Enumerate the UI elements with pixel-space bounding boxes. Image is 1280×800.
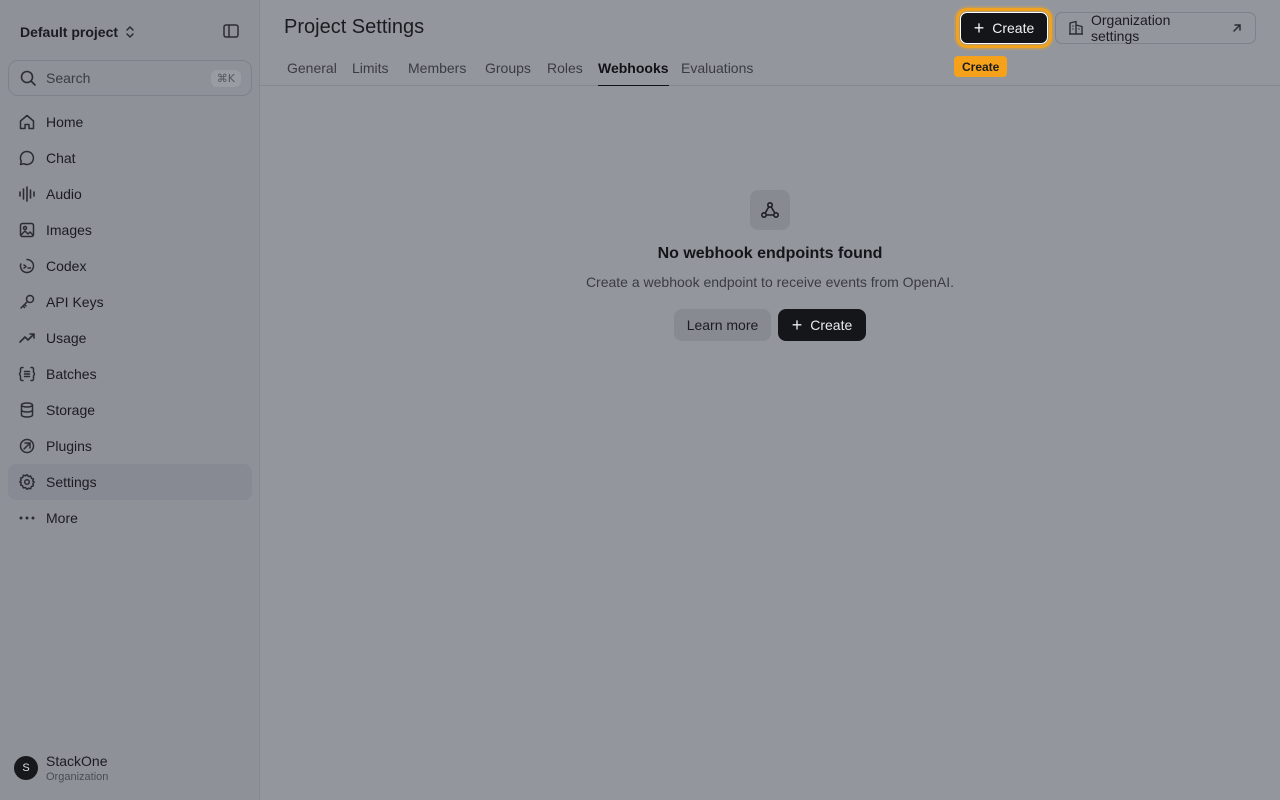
organization-settings-label: Organization settings (1091, 12, 1171, 44)
sidebar-item-api-keys[interactable]: API Keys (8, 284, 252, 320)
sidebar-item-chat[interactable]: Chat (8, 140, 252, 176)
codex-icon (18, 257, 36, 275)
empty-state-title: No webhook endpoints found (657, 245, 883, 262)
org-name: StackOne (46, 753, 108, 769)
sidebar-item-label: Batches (46, 366, 97, 382)
plus-icon: + (973, 18, 985, 38)
create-webhook-button[interactable]: + Create (778, 309, 866, 341)
tab-evaluations[interactable]: Evaluations (681, 60, 753, 86)
sidebar-item-label: Audio (46, 186, 82, 202)
settings-tabs: General Limits Members Groups Roles Webh… (260, 52, 1280, 86)
avatar: S (14, 756, 38, 780)
sidebar-nav: Home Chat Audio Images Codex API Keys Us… (8, 104, 252, 536)
image-icon (18, 221, 36, 239)
chevron-up-down-icon (124, 25, 136, 39)
more-icon (18, 509, 36, 527)
project-name: Default project (20, 24, 119, 40)
tab-roles[interactable]: Roles (547, 60, 583, 86)
sidebar-item-more[interactable]: More (8, 500, 252, 536)
sidebar-item-images[interactable]: Images (8, 212, 252, 248)
tab-limits[interactable]: Limits (352, 60, 389, 86)
home-icon (18, 113, 36, 131)
empty-state-icon-box (750, 190, 790, 230)
search-placeholder: Search (46, 70, 91, 86)
empty-state-description: Create a webhook endpoint to receive eve… (585, 274, 955, 290)
create-button-header[interactable]: + Create (956, 8, 1052, 48)
org-subtitle: Organization (46, 771, 109, 783)
webhook-icon (759, 199, 781, 221)
main-content: Project Settings + Create Create Organiz… (260, 0, 1280, 800)
create-button-label: Create (992, 20, 1035, 36)
building-icon (1068, 20, 1084, 36)
sidebar-item-label: Codex (46, 258, 87, 274)
trend-icon (18, 329, 36, 347)
sidebar-item-codex[interactable]: Codex (8, 248, 252, 284)
sidebar-item-label: Plugins (46, 438, 92, 454)
search-input[interactable]: Search ⌘K (8, 60, 252, 96)
sidebar-item-label: Home (46, 114, 84, 130)
sidebar-item-usage[interactable]: Usage (8, 320, 252, 356)
create-webhook-label: Create (810, 317, 853, 333)
sidebar-item-label: Images (46, 222, 92, 238)
plus-icon: + (791, 315, 803, 335)
key-icon (18, 293, 36, 311)
search-icon (19, 69, 37, 87)
sidebar-item-plugins[interactable]: Plugins (8, 428, 252, 464)
tab-members[interactable]: Members (408, 60, 466, 86)
database-icon (18, 401, 36, 419)
organization-settings-button[interactable]: Organization settings (1055, 12, 1256, 44)
sidebar-item-settings[interactable]: Settings (8, 464, 252, 500)
tab-groups[interactable]: Groups (485, 60, 531, 86)
gear-icon (18, 473, 36, 491)
batches-icon (18, 365, 36, 383)
sidebar-toggle-icon[interactable] (222, 22, 240, 40)
arrow-up-right-icon (1231, 22, 1243, 34)
tab-general[interactable]: General (287, 60, 337, 86)
page-title: Project Settings (284, 16, 425, 38)
project-switcher[interactable]: Default project (20, 20, 246, 44)
search-shortcut: ⌘K (210, 69, 241, 87)
sidebar-item-storage[interactable]: Storage (8, 392, 252, 428)
sidebar-item-label: API Keys (46, 294, 104, 310)
audio-icon (18, 185, 36, 203)
plugin-icon (18, 437, 36, 455)
sidebar-item-audio[interactable]: Audio (8, 176, 252, 212)
sidebar-item-label: More (46, 510, 78, 526)
sidebar-item-home[interactable]: Home (8, 104, 252, 140)
chat-icon (18, 149, 36, 167)
learn-more-button[interactable]: Learn more (674, 309, 771, 341)
sidebar-item-label: Chat (46, 150, 76, 166)
sidebar-item-batches[interactable]: Batches (8, 356, 252, 392)
sidebar-item-label: Settings (46, 474, 97, 490)
sidebar-item-label: Usage (46, 330, 87, 346)
sidebar: Default project Search ⌘K Home Chat Audi… (0, 0, 260, 800)
org-switcher[interactable]: S StackOne Organization (14, 748, 108, 788)
sidebar-item-label: Storage (46, 402, 96, 418)
tab-webhooks[interactable]: Webhooks (598, 60, 669, 86)
